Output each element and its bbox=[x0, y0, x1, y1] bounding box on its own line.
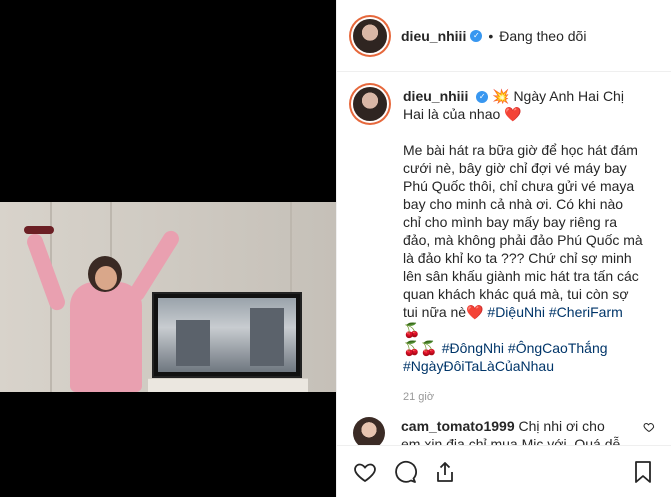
post-media bbox=[0, 0, 336, 497]
header-username[interactable]: dieu_nhiii bbox=[401, 28, 466, 44]
person-arm bbox=[24, 231, 68, 313]
comment-text-block: cam_tomato1999 Chị nhi ơi cho em xin địa… bbox=[401, 417, 627, 445]
post-photo[interactable] bbox=[0, 202, 336, 392]
comments-section[interactable]: dieu_nhiii ✓ 💥 Ngày Anh Hai Chị Hai là c… bbox=[337, 73, 671, 445]
separator-dot: • bbox=[488, 27, 494, 44]
tv-screen bbox=[158, 298, 296, 372]
post-panel: dieu_nhiii ✓ • Đang theo dõi dieu_nhiii … bbox=[336, 0, 671, 497]
hashtags-line2[interactable]: 🍒🍒 #ĐôngNhi #ÔngCaoThắng bbox=[403, 339, 643, 357]
share-icon[interactable] bbox=[433, 460, 457, 484]
post-header: dieu_nhiii ✓ • Đang theo dõi bbox=[337, 0, 671, 72]
verified-badge-icon: ✓ bbox=[476, 91, 489, 104]
person-body bbox=[70, 282, 142, 392]
caption-body: dieu_nhiii ✓ 💥 Ngày Anh Hai Chị Hai là c… bbox=[403, 87, 643, 375]
comment-avatar[interactable] bbox=[353, 417, 385, 445]
tv-cabinet bbox=[148, 378, 308, 392]
person bbox=[24, 226, 182, 392]
tv-building bbox=[250, 308, 284, 366]
person-face bbox=[95, 266, 117, 290]
caption-paragraph: Me bài hát ra bữa giờ để học hát đám cướ… bbox=[403, 141, 643, 339]
television bbox=[152, 292, 302, 378]
tv-building bbox=[176, 320, 210, 366]
caption-avatar[interactable] bbox=[353, 87, 387, 121]
comment-username[interactable]: cam_tomato1999 bbox=[401, 418, 515, 434]
action-bar bbox=[337, 445, 671, 497]
comment-icon[interactable] bbox=[393, 460, 417, 484]
post-time[interactable]: 21 giờ bbox=[403, 391, 655, 403]
caption-text: Me bài hát ra bữa giờ để học hát đám cướ… bbox=[403, 142, 647, 320]
bookmark-icon[interactable] bbox=[631, 460, 655, 484]
hashtags-line3[interactable]: #NgàyĐôiTaLàCủaNhau bbox=[403, 357, 643, 375]
comment: cam_tomato1999 Chị nhi ơi cho em xin địa… bbox=[353, 417, 655, 445]
caption: dieu_nhiii ✓ 💥 Ngày Anh Hai Chị Hai là c… bbox=[353, 87, 655, 375]
comment-like-heart-icon[interactable] bbox=[643, 421, 655, 445]
caption-username[interactable]: dieu_nhiii bbox=[403, 88, 468, 104]
avatar[interactable] bbox=[353, 18, 387, 53]
heart-icon[interactable] bbox=[353, 460, 377, 484]
verified-badge-icon: ✓ bbox=[470, 29, 483, 42]
follow-status-button[interactable]: Đang theo dõi bbox=[499, 28, 586, 44]
microphone bbox=[24, 226, 54, 234]
